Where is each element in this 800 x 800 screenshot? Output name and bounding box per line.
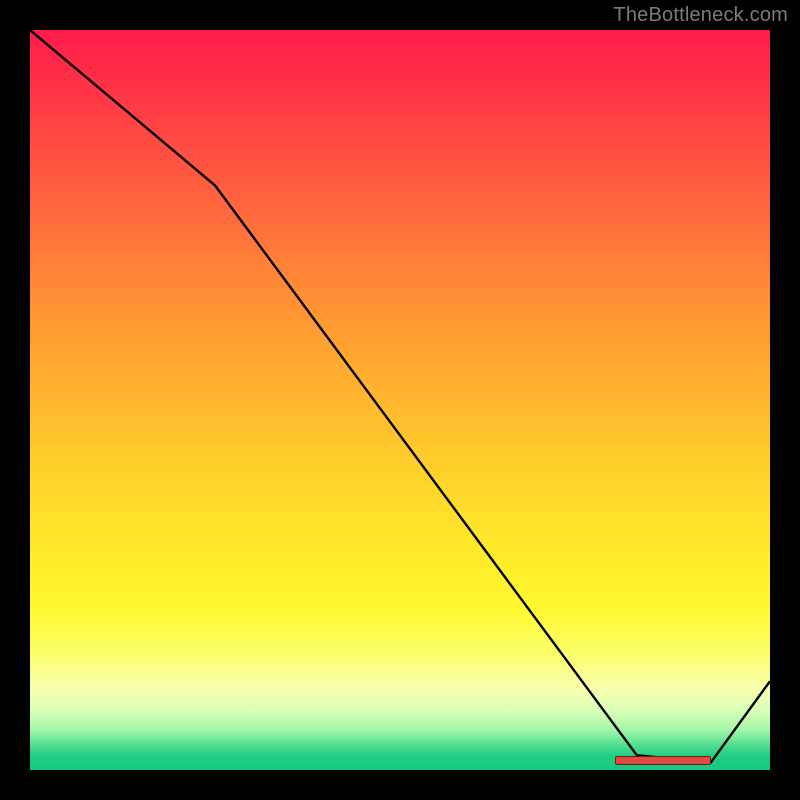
chart-line (30, 30, 770, 770)
attribution-text: TheBottleneck.com (613, 4, 788, 27)
chart-optimal-marker (615, 756, 711, 765)
chart-plot-area (30, 30, 770, 770)
